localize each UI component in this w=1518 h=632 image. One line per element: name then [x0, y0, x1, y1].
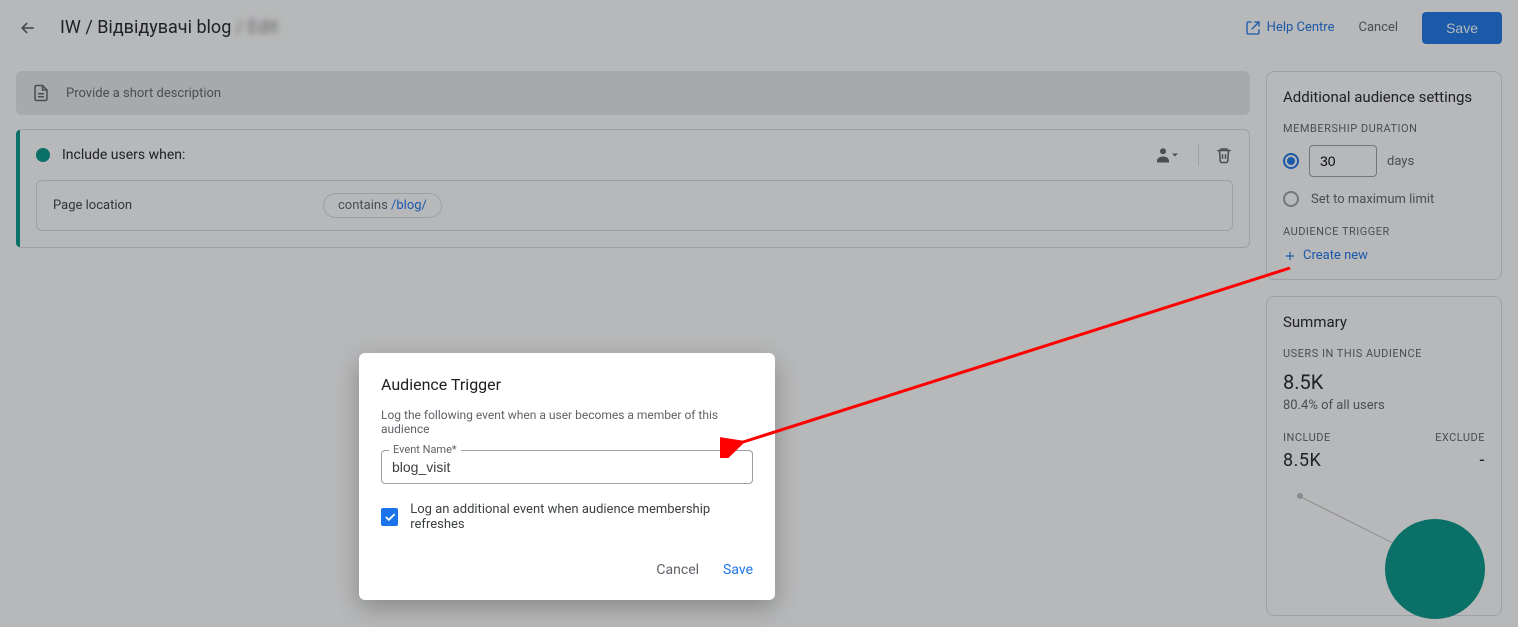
audience-trigger-modal: Audience Trigger Log the following event… [359, 353, 775, 600]
modal-hint: Log the following event when a user beco… [381, 408, 753, 436]
log-refresh-label: Log an additional event when audience me… [410, 502, 753, 532]
modal-cancel-button[interactable]: Cancel [656, 556, 699, 584]
log-refresh-checkbox[interactable] [381, 508, 398, 526]
modal-title: Audience Trigger [381, 375, 753, 394]
modal-save-button[interactable]: Save [723, 556, 753, 584]
event-name-label: Event Name* [389, 443, 461, 456]
